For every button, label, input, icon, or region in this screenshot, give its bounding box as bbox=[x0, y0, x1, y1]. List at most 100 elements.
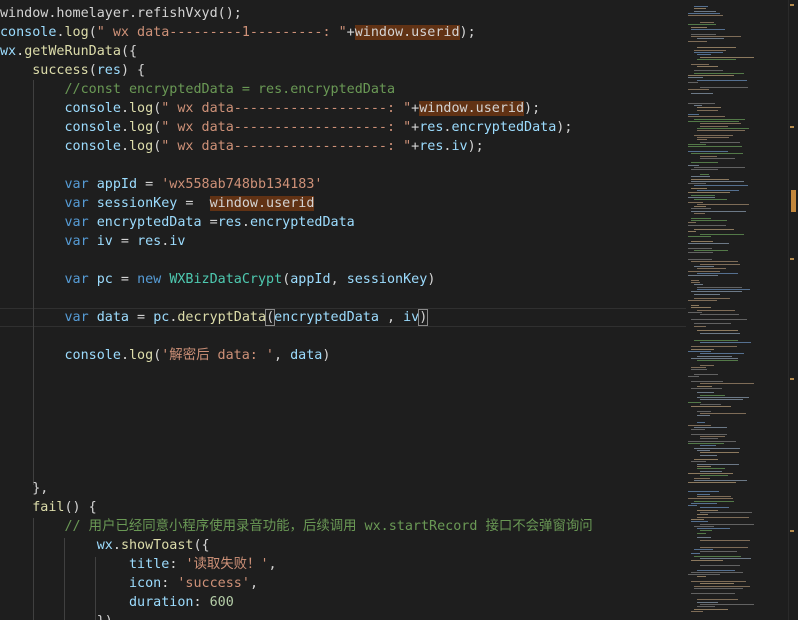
code-token: console bbox=[64, 120, 121, 135]
code-token: var bbox=[64, 234, 89, 249]
code-line[interactable]: // 用户已经同意小程序使用录音功能，后续调用 wx.startRecord 接… bbox=[0, 517, 593, 536]
code-line[interactable]: console.log('解密后 data: ', data) bbox=[0, 346, 331, 365]
minimap-line bbox=[691, 35, 741, 37]
code-line[interactable]: var appId = 'wx558ab748bb134183' bbox=[0, 175, 323, 194]
minimap-line bbox=[691, 210, 746, 212]
code-line[interactable]: console.log(" wx data-------------------… bbox=[0, 118, 573, 137]
code-token: + bbox=[346, 25, 355, 40]
minimap-line bbox=[688, 81, 698, 83]
minimap-line bbox=[688, 24, 716, 26]
minimap-line bbox=[694, 459, 718, 461]
vertical-scrollbar[interactable] bbox=[788, 0, 798, 620]
minimap-line bbox=[694, 206, 706, 208]
code-line[interactable]: fail() { bbox=[0, 498, 97, 517]
minimap-line bbox=[694, 500, 734, 502]
minimap-line bbox=[688, 498, 733, 500]
minimap-line bbox=[697, 360, 738, 362]
code-line[interactable]: var data = pc.decryptData(encryptedData … bbox=[0, 308, 429, 327]
minimap-line bbox=[688, 242, 729, 244]
minimap-line bbox=[700, 263, 740, 265]
code-line[interactable]: duration: 600 bbox=[0, 593, 234, 612]
minimap-line bbox=[700, 341, 751, 343]
code-line[interactable]: console.log(" wx data---------1---------… bbox=[0, 23, 476, 42]
minimap-line bbox=[697, 47, 736, 49]
minimap-line bbox=[700, 564, 740, 566]
minimap-line bbox=[691, 29, 725, 30]
minimap-line bbox=[694, 325, 706, 327]
code-line[interactable]: wx.showToast({ bbox=[0, 536, 210, 555]
minimap-line bbox=[697, 288, 750, 290]
minimap-line bbox=[700, 123, 741, 125]
code-line[interactable]: //const encryptedData = res.encryptedDat… bbox=[0, 80, 396, 99]
minimap-line bbox=[700, 530, 712, 532]
code-line[interactable]: var sessionKey = window.userid bbox=[0, 194, 315, 213]
code-token: iv bbox=[96, 234, 113, 249]
code-line[interactable]: var pc = new WXBizDataCrypt(appId, sessi… bbox=[0, 270, 436, 289]
minimap-line bbox=[700, 155, 717, 157]
minimap-line bbox=[691, 610, 703, 612]
minimap-line bbox=[694, 134, 733, 136]
minimap-line bbox=[700, 413, 746, 415]
code-line[interactable]: }, bbox=[0, 479, 48, 498]
code-line[interactable]: var encryptedData =res.encryptedData bbox=[0, 213, 355, 232]
minimap-line bbox=[700, 507, 729, 509]
code-token: , bbox=[249, 576, 258, 591]
minimap-line bbox=[700, 353, 744, 355]
minimap-line bbox=[691, 387, 722, 389]
minimap-line bbox=[688, 231, 696, 233]
minimap-line bbox=[691, 261, 738, 263]
minimap-line bbox=[688, 144, 706, 145]
minimap-line bbox=[700, 558, 751, 559]
code-token: " wx data-------------------: " bbox=[161, 120, 412, 135]
minimap-line bbox=[697, 463, 739, 465]
code-line[interactable]: wx.getWeRunData({ bbox=[0, 42, 137, 61]
minimap-line bbox=[697, 130, 745, 132]
code-token: res bbox=[96, 63, 121, 78]
code-line[interactable]: }) bbox=[0, 612, 113, 620]
minimap-line bbox=[697, 58, 736, 60]
minimap-line bbox=[691, 153, 743, 155]
minimap-line bbox=[697, 107, 721, 109]
minimap-line bbox=[700, 233, 744, 235]
minimap-line bbox=[694, 49, 726, 51]
minimap-line bbox=[697, 495, 731, 497]
minimap-line bbox=[697, 109, 718, 111]
scrollbar-marker bbox=[790, 378, 794, 380]
minimap-line bbox=[691, 380, 723, 382]
code-editor[interactable]: window.homelayer.refishVxyd(); console.lo… bbox=[0, 0, 686, 620]
minimap-line bbox=[691, 291, 742, 293]
minimap-line bbox=[697, 422, 705, 424]
minimap-line bbox=[697, 392, 714, 394]
minimap-line bbox=[688, 505, 697, 507]
minimap-line bbox=[694, 118, 745, 120]
minimap-line bbox=[688, 121, 739, 122]
code-line[interactable]: success(res) { bbox=[0, 61, 145, 80]
minimap-line bbox=[691, 592, 735, 594]
code-line[interactable]: console.log(" wx data-------------------… bbox=[0, 99, 540, 118]
code-token: success bbox=[32, 63, 89, 78]
minimap-line bbox=[697, 286, 742, 288]
code-token: res bbox=[419, 120, 444, 135]
code-line[interactable]: window.homelayer.refishVxyd(); bbox=[0, 4, 242, 23]
minimap[interactable] bbox=[686, 0, 790, 620]
minimap-line bbox=[694, 587, 743, 589]
code-token: }) bbox=[97, 614, 113, 620]
minimap-line bbox=[688, 40, 707, 42]
minimap-line bbox=[694, 6, 708, 7]
code-token: encryptedData bbox=[96, 215, 202, 230]
code-token: ); bbox=[556, 120, 573, 135]
code-line[interactable]: title: '读取失败！', bbox=[0, 555, 277, 574]
code-line[interactable]: icon: 'success', bbox=[0, 574, 258, 593]
code-line[interactable]: console.log(" wx data-------------------… bbox=[0, 137, 484, 156]
code-token: = bbox=[137, 177, 162, 192]
minimap-line bbox=[700, 452, 739, 454]
minimap-line bbox=[700, 125, 728, 127]
code-line[interactable]: var iv = res.iv bbox=[0, 232, 186, 251]
minimap-line bbox=[700, 546, 748, 548]
